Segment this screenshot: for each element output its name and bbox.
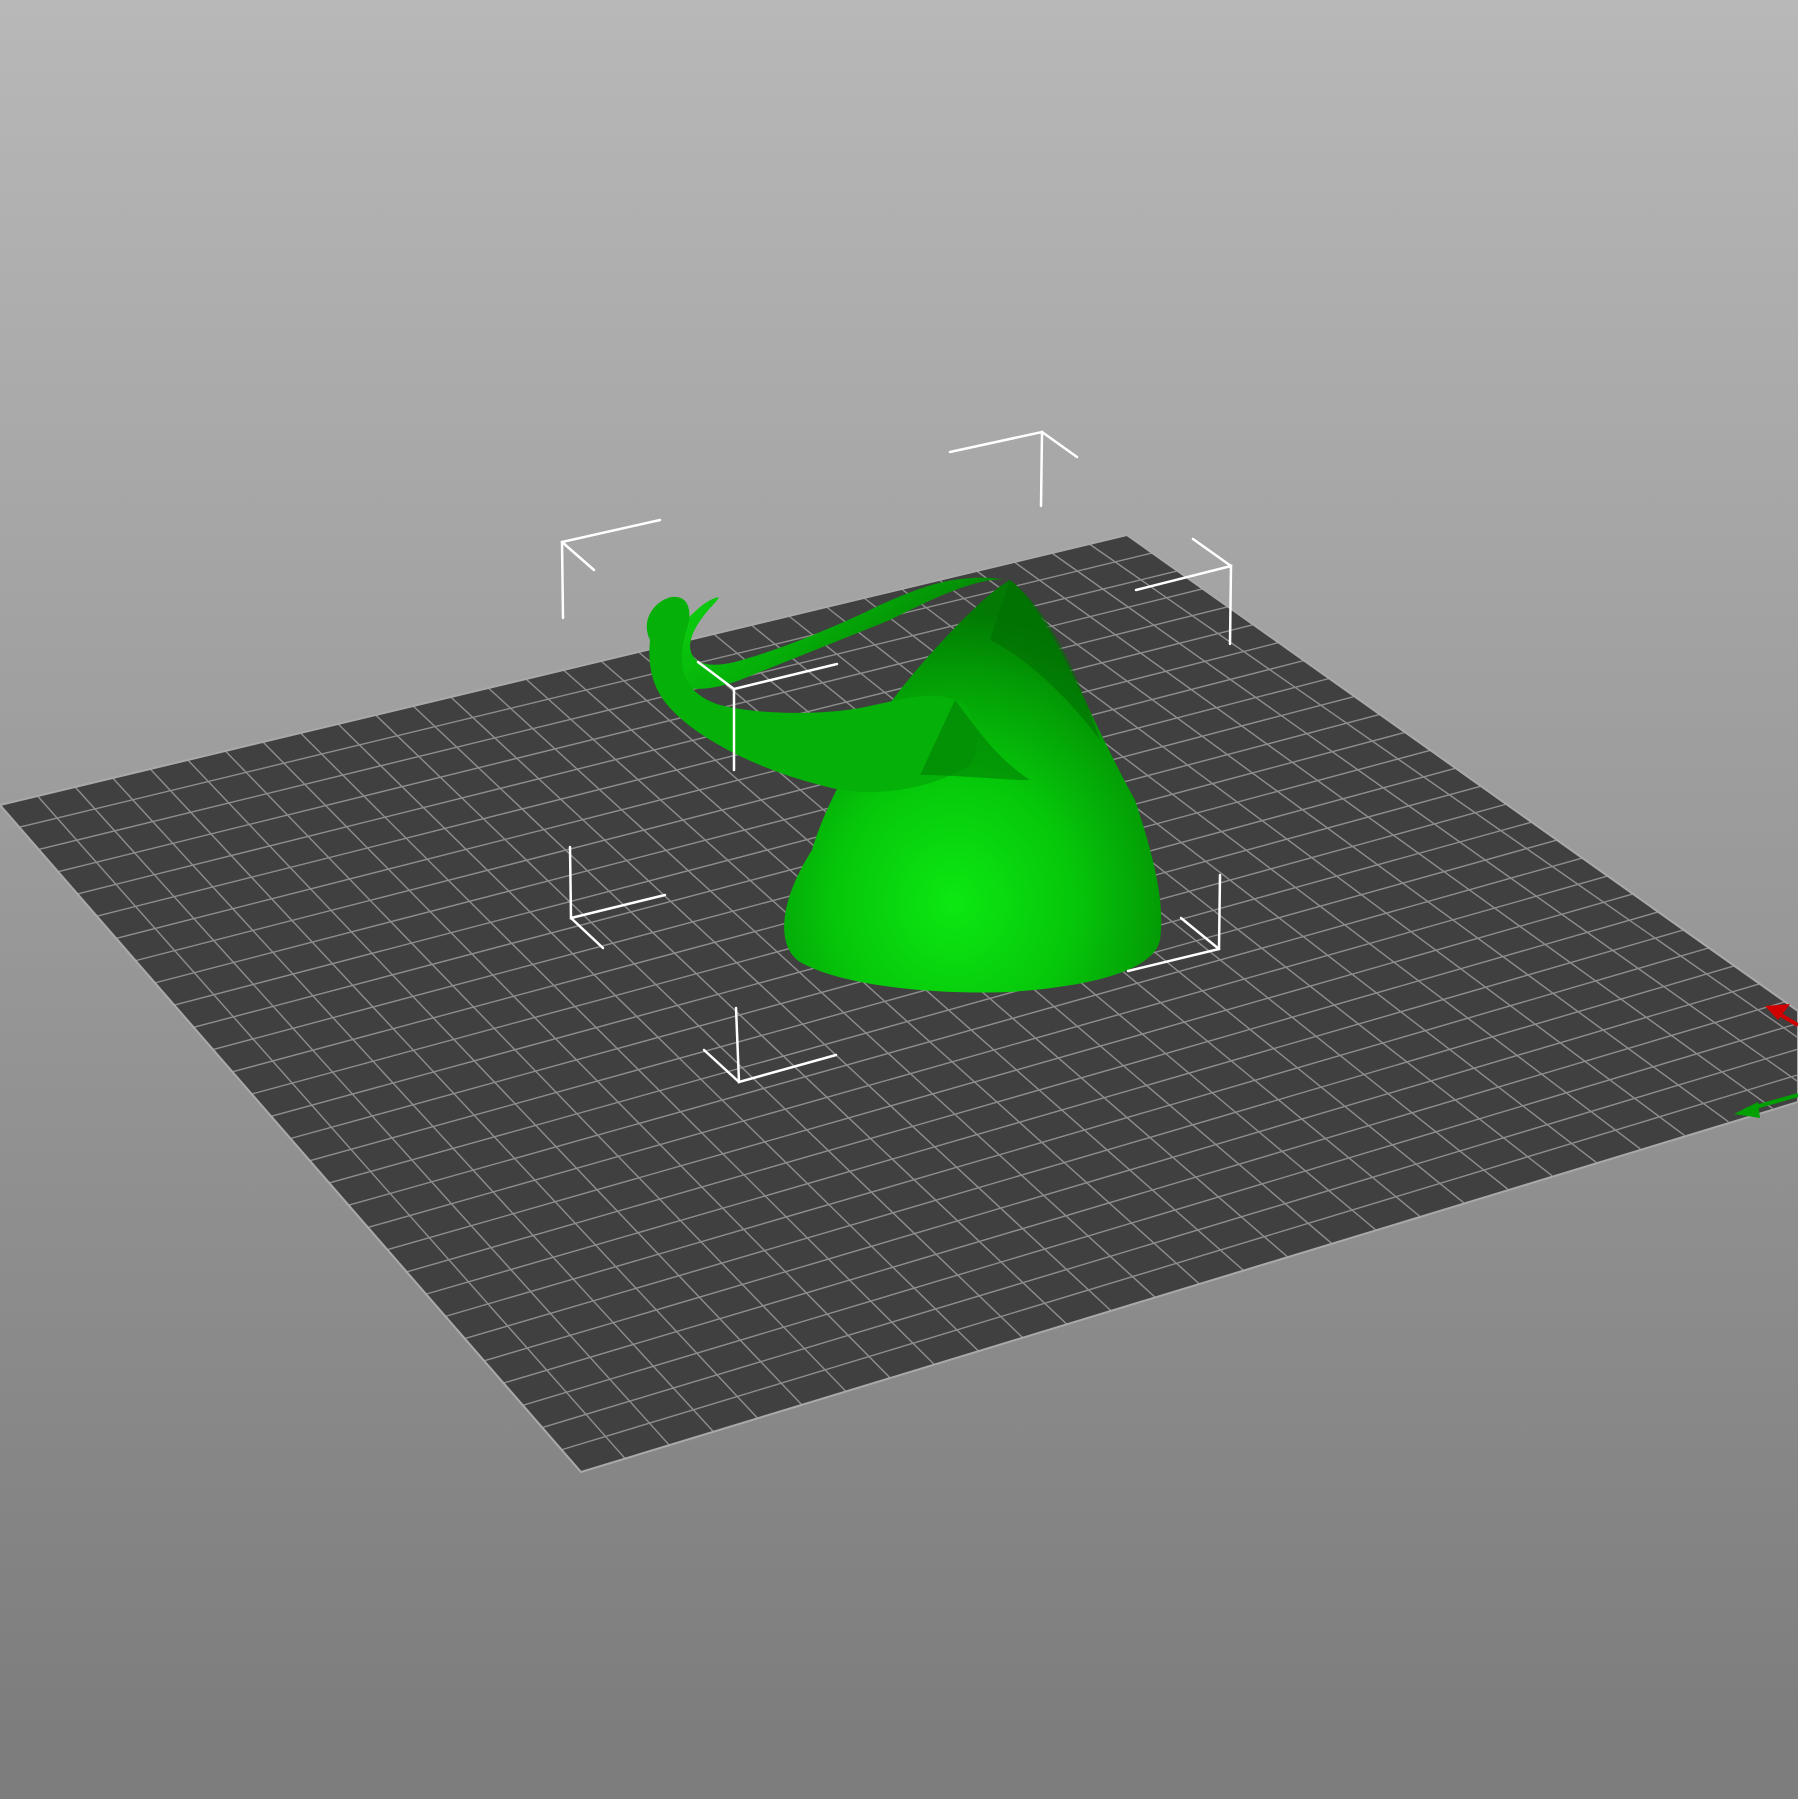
print-bed[interactable] xyxy=(0,533,1798,1474)
3d-viewport[interactable] xyxy=(0,0,1798,1799)
bbox-corner-2 xyxy=(948,430,1044,508)
bbox-corner-1 xyxy=(560,518,662,620)
scene-canvas[interactable] xyxy=(0,0,1798,1799)
